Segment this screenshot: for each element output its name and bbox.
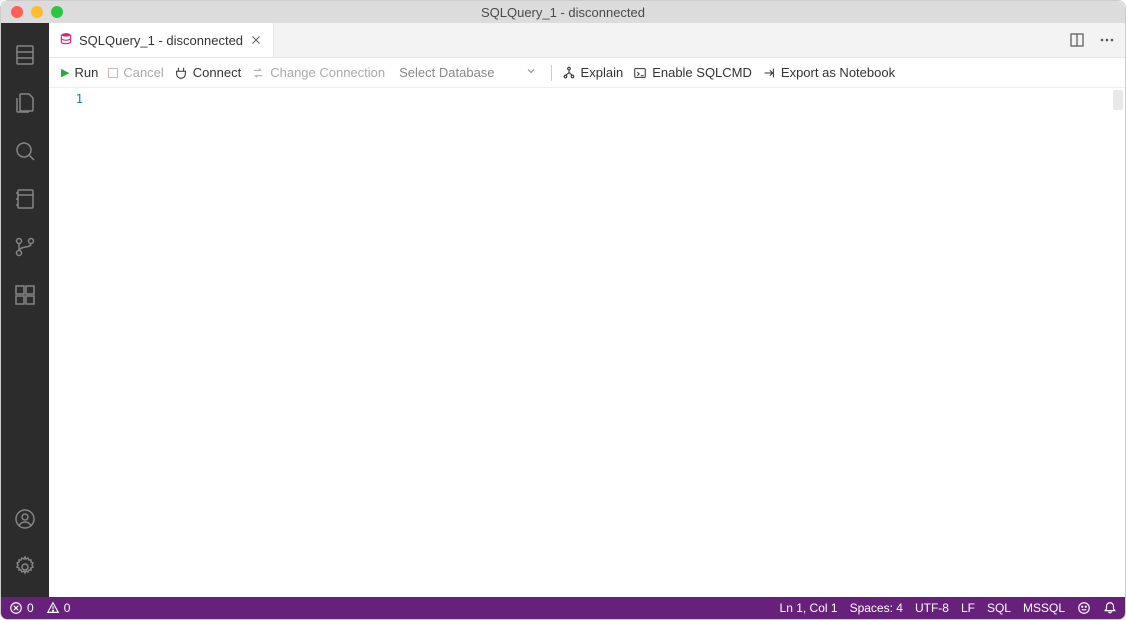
- error-icon: [9, 601, 23, 615]
- titlebar: SQLQuery_1 - disconnected: [1, 1, 1125, 23]
- run-button[interactable]: ▶ Run: [61, 65, 98, 80]
- more-actions-button[interactable]: [1099, 32, 1115, 48]
- line-number: 1: [49, 92, 83, 106]
- cancel-button[interactable]: Cancel: [108, 65, 163, 80]
- close-window-button[interactable]: [11, 6, 23, 18]
- sidebar-item-source-control[interactable]: [1, 223, 49, 271]
- search-icon: [13, 139, 37, 163]
- activity-bar: [1, 23, 49, 597]
- editor[interactable]: 1: [49, 88, 1125, 597]
- window-title: SQLQuery_1 - disconnected: [1, 5, 1125, 20]
- extensions-icon: [13, 283, 37, 307]
- export-icon: [762, 66, 776, 80]
- swap-icon: [251, 66, 265, 80]
- status-eol[interactable]: LF: [961, 601, 975, 615]
- status-warnings[interactable]: 0: [46, 601, 71, 615]
- separator: [551, 65, 552, 81]
- account-icon: [13, 507, 37, 531]
- enable-sqlcmd-button[interactable]: Enable SQLCMD: [633, 65, 752, 80]
- tab-bar: SQLQuery_1 - disconnected: [49, 23, 1125, 58]
- status-cursor[interactable]: Ln 1, Col 1: [780, 601, 838, 615]
- split-icon: [1069, 32, 1085, 48]
- stop-icon: [108, 68, 118, 78]
- sidebar-item-servers[interactable]: [1, 31, 49, 79]
- scrollbar-thumb[interactable]: [1113, 90, 1123, 110]
- close-icon: [249, 33, 263, 47]
- split-editor-button[interactable]: [1069, 32, 1085, 48]
- sidebar-item-settings[interactable]: [1, 543, 49, 591]
- chevron-down-icon: [525, 65, 537, 80]
- status-language[interactable]: SQL: [987, 601, 1011, 615]
- tab-sqlquery1[interactable]: SQLQuery_1 - disconnected: [49, 23, 274, 57]
- server-icon: [13, 43, 37, 67]
- sidebar-item-explorer[interactable]: [1, 79, 49, 127]
- maximize-window-button[interactable]: [51, 6, 63, 18]
- sidebar-item-notebooks[interactable]: [1, 175, 49, 223]
- branch-icon: [13, 235, 37, 259]
- database-icon: [59, 32, 73, 49]
- tab-label: SQLQuery_1 - disconnected: [79, 33, 243, 48]
- code-area[interactable]: [95, 88, 1125, 597]
- gutter: 1: [49, 88, 95, 597]
- minimize-window-button[interactable]: [31, 6, 43, 18]
- query-toolbar: ▶ Run Cancel Connect Change Connection S…: [49, 58, 1125, 88]
- play-icon: ▶: [61, 66, 69, 79]
- terminal-icon: [633, 66, 647, 80]
- bell-icon: [1103, 601, 1117, 615]
- change-connection-button[interactable]: Change Connection: [251, 65, 385, 80]
- tree-icon: [562, 66, 576, 80]
- files-icon: [13, 91, 37, 115]
- sidebar-item-account[interactable]: [1, 495, 49, 543]
- status-feedback[interactable]: [1077, 601, 1091, 615]
- feedback-icon: [1077, 601, 1091, 615]
- plug-icon: [174, 66, 188, 80]
- sidebar-item-search[interactable]: [1, 127, 49, 175]
- sidebar-item-extensions[interactable]: [1, 271, 49, 319]
- close-tab-button[interactable]: [249, 33, 263, 47]
- warning-icon: [46, 601, 60, 615]
- notebook-icon: [13, 187, 37, 211]
- explain-button[interactable]: Explain: [562, 65, 624, 80]
- export-notebook-button[interactable]: Export as Notebook: [762, 65, 895, 80]
- database-select[interactable]: Select Database: [395, 65, 540, 80]
- status-notifications[interactable]: [1103, 601, 1117, 615]
- status-encoding[interactable]: UTF-8: [915, 601, 949, 615]
- status-engine[interactable]: MSSQL: [1023, 601, 1065, 615]
- window-controls: [1, 6, 63, 18]
- ellipsis-icon: [1099, 32, 1115, 48]
- gear-icon: [13, 555, 37, 579]
- status-bar: 0 0 Ln 1, Col 1 Spaces: 4 UTF-8 LF SQL M…: [1, 597, 1125, 619]
- status-errors[interactable]: 0: [9, 601, 34, 615]
- connect-button[interactable]: Connect: [174, 65, 241, 80]
- status-indent[interactable]: Spaces: 4: [850, 601, 903, 615]
